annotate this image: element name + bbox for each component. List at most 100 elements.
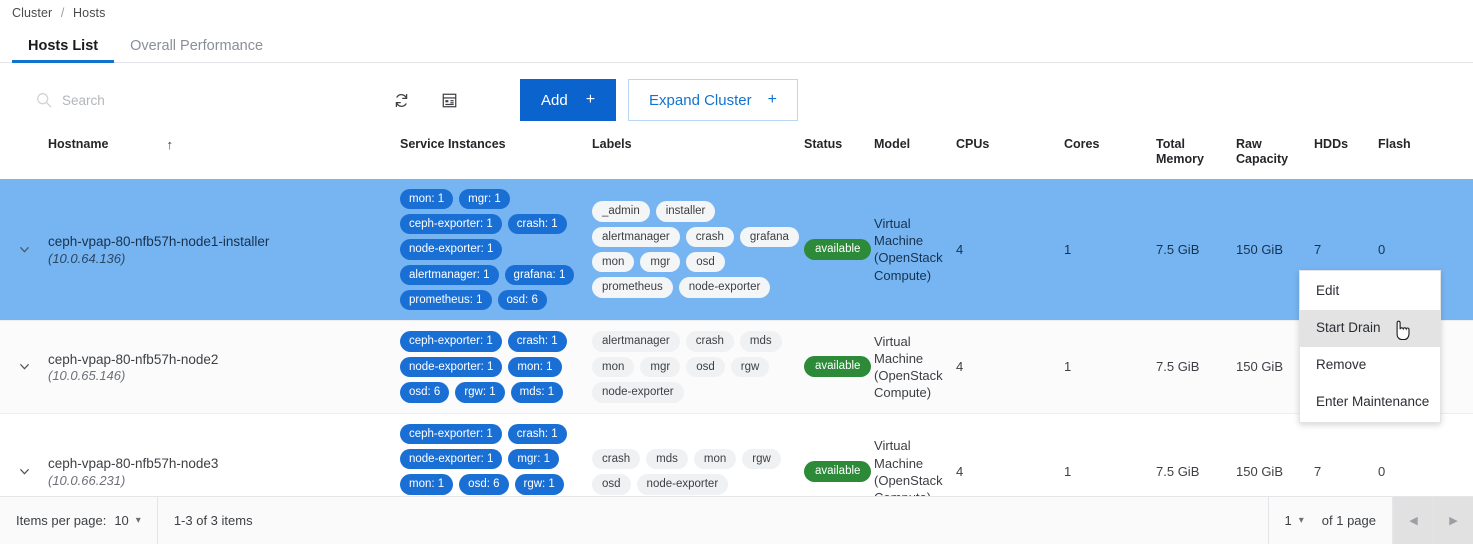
label-chip: mon <box>592 356 635 378</box>
page-select-group: 1 ▾ of 1 page <box>1267 496 1393 544</box>
context-menu-item[interactable]: Edit <box>1300 273 1440 310</box>
next-page-button[interactable]: ▶ <box>1433 496 1473 544</box>
label-chip: node-exporter <box>678 277 771 298</box>
add-button-label: Add <box>541 91 568 109</box>
table-toolbar: Add + Expand Cluster + <box>0 63 1473 137</box>
items-per-page-label: Items per page: <box>16 513 107 528</box>
header-status[interactable]: Status <box>804 137 874 179</box>
header-service-instances[interactable]: Service Instances <box>400 137 592 179</box>
table-row[interactable]: ceph-vpap-80-nfb57h-node2 (10.0.65.146) … <box>0 320 1473 413</box>
service-instance-chip: mgr: 1 <box>459 188 510 209</box>
chevron-down-icon[interactable] <box>0 465 48 478</box>
host-ip-text: (10.0.64.136) <box>48 250 126 266</box>
label-chip: alertmanager <box>592 226 680 247</box>
tab-bar: Hosts List Overall Performance <box>0 30 1473 63</box>
items-per-page-group: Items per page: 10 ▾ <box>0 496 158 544</box>
toolbar-icon-group <box>386 85 464 115</box>
tab-overall-performance[interactable]: Overall Performance <box>114 38 279 63</box>
page-number-select[interactable]: 1 ▾ <box>1285 513 1304 528</box>
header-model[interactable]: Model <box>874 137 956 179</box>
context-menu-item[interactable]: Enter Maintenance <box>1300 384 1440 421</box>
label-chip: grafana <box>739 226 799 247</box>
label-chip: rgw <box>730 356 770 378</box>
items-per-page-value: 10 <box>114 513 129 528</box>
label-chip: _admin <box>592 201 650 222</box>
header-hdds[interactable]: HDDs <box>1314 137 1378 179</box>
items-range-text: 1-3 of 3 items <box>173 513 253 528</box>
chevron-down-icon[interactable] <box>0 243 48 256</box>
chevron-down-icon: ▾ <box>135 515 141 526</box>
service-instance-chip: mon: 1 <box>508 356 562 378</box>
add-button[interactable]: Add + <box>520 79 617 121</box>
items-per-page-select[interactable]: 10 ▾ <box>114 513 141 528</box>
cpus-cell: 4 <box>956 359 964 375</box>
refresh-icon[interactable] <box>386 85 416 115</box>
cores-cell: 1 <box>1064 241 1072 257</box>
chevron-down-icon[interactable] <box>0 360 48 373</box>
label-chip: crash <box>685 226 734 247</box>
label-chip: mds <box>739 331 782 352</box>
header-labels[interactable]: Labels <box>592 137 804 179</box>
service-instance-chip: mds: 1 <box>510 382 564 403</box>
context-menu-item[interactable]: Remove <box>1300 347 1440 384</box>
hosts-table: Hostname ↑ Service Instances Labels Stat… <box>0 137 1473 531</box>
service-instance-chip: node-exporter: 1 <box>400 448 503 470</box>
label-chips: crash mds mon rgw osd node-exporter <box>592 448 804 495</box>
table-row[interactable]: ceph-vpap-80-nfb57h-node1-installer (10.… <box>0 178 1473 321</box>
host-ip-text: (10.0.66.231) <box>48 473 126 489</box>
header-cpus[interactable]: CPUs <box>956 137 1064 179</box>
service-instance-chip: prometheus: 1 <box>400 290 492 311</box>
service-instance-chips: mon: 1 mgr: 1 ceph-exporter: 1 crash: 1 node… <box>400 188 592 311</box>
breadcrumb-current: Hosts <box>73 6 106 20</box>
label-chip: node-exporter <box>592 382 684 403</box>
service-instance-chips: ceph-exporter: 1 crash: 1 node-exporter: 1… <box>400 331 592 403</box>
service-instance-chip: node-exporter: 1 <box>400 356 503 378</box>
label-chip: crash <box>685 331 734 352</box>
items-range: 1-3 of 3 items <box>158 497 269 544</box>
search-box[interactable] <box>36 88 366 112</box>
expand-cluster-button[interactable]: Expand Cluster + <box>628 79 798 121</box>
status-cell: available <box>804 179 874 321</box>
table-head: Hostname ↑ Service Instances Labels Stat… <box>0 137 1473 179</box>
hostname-text: ceph-vpap-80-nfb57h-node3 <box>48 456 219 472</box>
label-chip: node-exporter <box>636 474 729 495</box>
page-number-value: 1 <box>1284 513 1292 528</box>
header-hostname-label: Hostname <box>48 137 109 151</box>
row-expand-cell[interactable] <box>0 179 48 321</box>
header-raw-capacity[interactable]: Raw Capacity <box>1236 137 1314 179</box>
table-header-row: Hostname ↑ Service Instances Labels Stat… <box>0 137 1473 179</box>
header-expand-spacer <box>0 137 48 179</box>
search-input[interactable] <box>62 88 322 112</box>
service-instance-chip: ceph-exporter: 1 <box>400 213 502 235</box>
expand-cluster-label: Expand Cluster <box>649 91 752 109</box>
tab-hosts-list[interactable]: Hosts List <box>12 38 115 63</box>
service-instances-cell: mon: 1 mgr: 1 ceph-exporter: 1 crash: 1 node… <box>400 179 592 321</box>
service-instances-cell: ceph-exporter: 1 crash: 1 node-exporter: 1… <box>400 321 592 413</box>
service-instance-chip: alertmanager: 1 <box>400 264 499 285</box>
header-total-memory[interactable]: Total Memory <box>1156 137 1236 179</box>
header-cores[interactable]: Cores <box>1064 137 1156 179</box>
chevron-down-icon: ▾ <box>1298 515 1304 526</box>
header-raw-capacity-line2: Capacity <box>1236 151 1289 166</box>
label-chip: prometheus <box>592 277 673 298</box>
hostname-text: ceph-vpap-80-nfb57h-node1-installer <box>48 234 270 250</box>
chevron-left-icon: ◀ <box>1409 515 1418 527</box>
labels-cell: _admin installer alertmanager crash grafana m… <box>592 179 804 321</box>
service-instance-chip: node-exporter: 1 <box>400 239 503 260</box>
header-hostname[interactable]: Hostname ↑ <box>48 137 400 179</box>
breadcrumb-separator: / <box>60 6 65 20</box>
plus-icon: + <box>767 91 777 108</box>
hostname-text: ceph-vpap-80-nfb57h-node2 <box>48 351 219 367</box>
service-instance-chip: grafana: 1 <box>504 264 575 285</box>
context-menu-item[interactable]: Start Drain <box>1300 309 1440 347</box>
previous-page-button[interactable]: ◀ <box>1393 496 1433 544</box>
status-badge: available <box>804 356 872 378</box>
row-context-menu: Edit Start Drain Remove Enter Maintenance <box>1299 270 1441 424</box>
service-instance-chip: crash: 1 <box>507 213 567 235</box>
table-columns-icon[interactable] <box>434 85 464 115</box>
labels-cell: alertmanager crash mds mon mgr osd rgw node-exp… <box>592 321 804 413</box>
row-expand-cell[interactable] <box>0 321 48 413</box>
breadcrumb-root[interactable]: Cluster <box>12 6 52 20</box>
header-flash[interactable]: Flash <box>1378 137 1473 179</box>
label-chip: osd <box>686 356 725 378</box>
